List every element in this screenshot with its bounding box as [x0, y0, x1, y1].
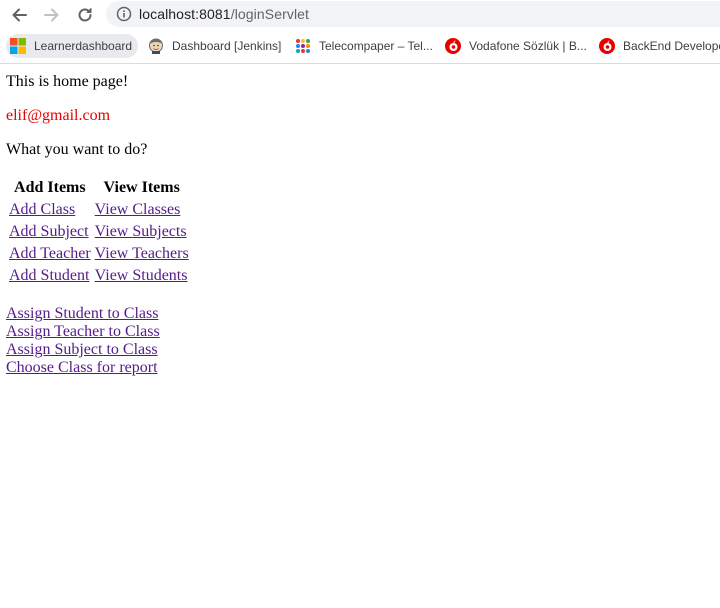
- table-cell: Add Class: [8, 200, 92, 220]
- back-button[interactable]: [8, 4, 30, 26]
- bookmark-jenkins[interactable]: Dashboard [Jenkins]: [144, 34, 287, 58]
- reload-button[interactable]: [74, 4, 96, 26]
- bookmark-label: Vodafone Sözlük | B...: [469, 39, 587, 53]
- table-cell: View Students: [94, 266, 190, 286]
- table-cell: View Classes: [94, 200, 190, 220]
- table-cell: Add Teacher: [8, 244, 92, 264]
- items-table: Add Items View Items Add Class View Clas…: [6, 176, 192, 288]
- table-row: Add Teacher View Teachers: [8, 244, 190, 264]
- page-content: This is home page! elif@gmail.com What y…: [0, 64, 720, 608]
- table-cell: View Teachers: [94, 244, 190, 264]
- view-classes-link[interactable]: View Classes: [95, 201, 181, 218]
- assign-student-to-class-link[interactable]: Assign Student to Class: [6, 305, 160, 323]
- view-students-link[interactable]: View Students: [95, 267, 188, 284]
- view-teachers-link[interactable]: View Teachers: [95, 245, 189, 262]
- user-email: elif@gmail.com: [6, 107, 111, 124]
- table-cell: Add Student: [8, 266, 92, 286]
- add-class-link[interactable]: Add Class: [9, 201, 75, 218]
- add-subject-link[interactable]: Add Subject: [9, 223, 89, 240]
- vodafone-icon: [445, 38, 461, 54]
- header-add-items: Add Items: [14, 179, 86, 196]
- greeting-text: This is home page!: [6, 73, 129, 90]
- bookmark-label: BackEnd Develope: [623, 39, 720, 53]
- add-teacher-link[interactable]: Add Teacher: [9, 245, 91, 262]
- browser-toolbar: localhost:8081/loginServlet: [0, 0, 720, 30]
- bookmark-telecompaper[interactable]: Telecompaper – Tel...: [291, 34, 439, 58]
- bookmarks-bar: Learnerdashboard Dashboard [Jenkins] Tel…: [0, 30, 720, 64]
- bookmark-backend-developer[interactable]: BackEnd Develope: [595, 34, 720, 58]
- assign-teacher-to-class-link[interactable]: Assign Teacher to Class: [6, 323, 160, 341]
- choose-class-for-report-link[interactable]: Choose Class for report: [6, 359, 160, 377]
- info-icon[interactable]: [116, 6, 132, 22]
- telecompaper-icon: [295, 38, 311, 54]
- url-text[interactable]: localhost:8081/loginServlet: [139, 6, 309, 22]
- table-cell: Add Subject: [8, 222, 92, 242]
- table-header-row: Add Items View Items: [8, 178, 190, 198]
- prompt-text: What you want to do?: [6, 141, 148, 158]
- header-view-items: View Items: [103, 179, 180, 196]
- forward-arrow-icon: [44, 8, 59, 22]
- reload-icon: [78, 8, 92, 22]
- table-cell: View Subjects: [94, 222, 190, 242]
- view-subjects-link[interactable]: View Subjects: [95, 223, 187, 240]
- address-bar[interactable]: localhost:8081/loginServlet: [106, 1, 720, 27]
- bookmark-label: Dashboard [Jenkins]: [172, 39, 282, 53]
- table-row: Add Student View Students: [8, 266, 190, 286]
- table-row: Add Class View Classes: [8, 200, 190, 220]
- table-row: Add Subject View Subjects: [8, 222, 190, 242]
- assign-links: Assign Student to Class Assign Teacher t…: [6, 305, 160, 377]
- url-host: localhost:8081: [139, 6, 231, 22]
- bookmark-label: Telecompaper – Tel...: [319, 39, 433, 53]
- bookmark-vodafone-sozluk[interactable]: Vodafone Sözlük | B...: [441, 34, 593, 58]
- jenkins-icon: [148, 38, 164, 54]
- bookmark-label: Learnerdashboard: [34, 39, 133, 53]
- vodafone-icon: [599, 38, 615, 54]
- url-path: /loginServlet: [230, 6, 310, 22]
- back-arrow-icon: [12, 8, 27, 22]
- bookmark-learnerdashboard[interactable]: Learnerdashboard: [6, 34, 139, 58]
- forward-button[interactable]: [41, 4, 63, 26]
- microsoft-icon: [10, 38, 26, 54]
- add-student-link[interactable]: Add Student: [9, 267, 89, 284]
- assign-subject-to-class-link[interactable]: Assign Subject to Class: [6, 341, 160, 359]
